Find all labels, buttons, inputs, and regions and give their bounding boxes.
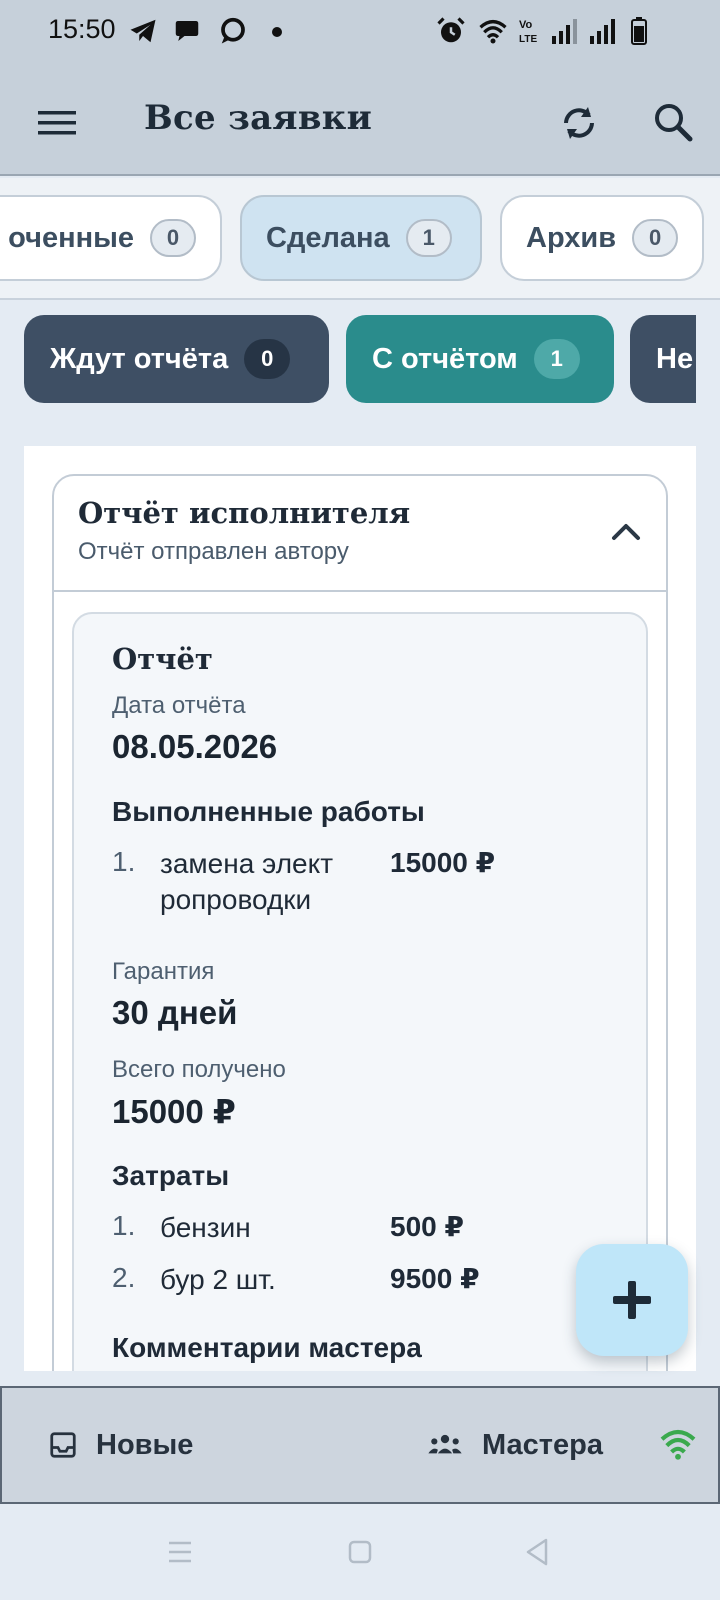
status-right-icons: Vo LTE	[436, 16, 676, 48]
tab-done[interactable]: Сделана 1	[240, 195, 482, 281]
warranty-label: Гарантия	[112, 958, 215, 985]
refresh-icon	[564, 107, 594, 139]
back-icon[interactable]	[518, 1532, 558, 1572]
svg-text:LTE: LTE	[519, 34, 537, 45]
report-details: Отчёт Дата отчёта 08.05.2026 Выполненные…	[72, 612, 648, 1371]
report-card-header[interactable]: Отчёт исполнителя Отчёт отправлен автору	[54, 476, 666, 592]
battery-icon	[631, 17, 647, 45]
menu-icon	[38, 111, 76, 135]
search-button[interactable]	[646, 96, 700, 150]
item-number: 2.	[112, 1262, 136, 1293]
nav-new[interactable]: Новые	[48, 1388, 193, 1502]
wifi-icon	[660, 1429, 696, 1460]
message-bubble-icon	[175, 21, 199, 41]
report-card-subtitle: Отчёт отправлен автору	[78, 538, 349, 565]
total-value: 15000 ₽	[112, 1093, 236, 1130]
chevron-up-icon	[612, 524, 640, 540]
executor-report-card: Отчёт исполнителя Отчёт отправлен автору…	[52, 474, 668, 1371]
report-date-label: Дата отчёта	[112, 692, 246, 719]
report-card-title: Отчёт исполнителя	[78, 496, 411, 530]
costs-heading: Затраты	[112, 1160, 230, 1191]
people-icon	[428, 1434, 462, 1454]
item-amount: 500 ₽	[390, 1211, 464, 1242]
signal-icon	[590, 19, 615, 44]
volte-icon: Vo LTE	[519, 19, 537, 45]
chat-ring-icon	[221, 17, 245, 44]
total-label: Всего получено	[112, 1056, 286, 1083]
report-section-title: Отчёт	[112, 642, 213, 676]
search-icon	[655, 104, 693, 142]
report-filter-tabs: Ждут отчёта 0 С отчётом 1 Не	[0, 300, 720, 430]
item-number: 1.	[112, 846, 136, 877]
refresh-button[interactable]	[552, 96, 606, 150]
item-amount: 15000 ₽	[390, 847, 496, 878]
nav-label: Новые	[96, 1428, 194, 1461]
content-panel: Отчёт исполнителя Отчёт отправлен автору…	[24, 446, 696, 1371]
warranty-value: 30 дней	[112, 994, 238, 1031]
master-comments-heading: Комментарии мастера	[112, 1332, 422, 1363]
status-time: 15:50	[48, 14, 116, 44]
item-amount: 9500 ₽	[390, 1263, 480, 1294]
home-icon[interactable]	[340, 1532, 380, 1572]
system-nav-bar	[0, 1504, 720, 1600]
report-date-value: 08.05.2026	[112, 728, 278, 765]
tabs-clip-mask	[696, 300, 720, 430]
recents-icon[interactable]	[160, 1532, 200, 1572]
bottom-nav: Новые Мастера	[0, 1386, 720, 1504]
tab-label: Ждут отчёта	[50, 342, 229, 375]
tab-awaiting-report[interactable]: Ждут отчёта 0	[24, 315, 329, 403]
tab-label: Сделана	[266, 221, 390, 254]
telegram-icon	[130, 19, 156, 43]
svg-text:Vo: Vo	[519, 19, 533, 31]
menu-button[interactable]	[32, 98, 82, 148]
count-badge: 0	[150, 219, 196, 257]
add-button[interactable]	[576, 1244, 688, 1356]
tab-overdue[interactable]: оченные 0	[0, 195, 222, 281]
app-bar: Все заявки	[0, 68, 720, 176]
tab-with-report[interactable]: С отчётом 1	[346, 315, 614, 403]
tab-label: Не	[656, 342, 694, 375]
count-badge: 0	[632, 219, 679, 257]
tab-label: С отчётом	[372, 342, 518, 375]
tab-archive[interactable]: Архив 0	[500, 195, 704, 281]
dot-icon	[272, 27, 282, 37]
alarm-icon	[437, 17, 465, 43]
inbox-icon	[50, 1432, 76, 1458]
tab-label: оченные	[8, 221, 134, 254]
item-text: бур 2 шт.	[160, 1264, 276, 1295]
nav-label: Мастера	[482, 1428, 603, 1461]
nav-masters[interactable]: Мастера	[426, 1388, 603, 1502]
status-bar: 15:50 Vo LTE	[0, 0, 720, 68]
count-badge: 1	[405, 219, 452, 257]
page-title: Все заявки	[144, 98, 373, 138]
item-text: замена элект ропроводки	[160, 848, 334, 915]
item-number: 1.	[112, 1210, 136, 1241]
tab-label: Архив	[526, 221, 617, 254]
count-badge: 0	[244, 339, 291, 379]
plus-icon	[613, 1281, 651, 1319]
signal-icon	[552, 19, 577, 44]
wifi-icon	[479, 20, 507, 44]
status-tabs: оченные 0 Сделана 1 Архив 0	[0, 178, 720, 300]
item-text: бензин	[160, 1212, 251, 1243]
works-heading: Выполненные работы	[112, 796, 425, 827]
count-badge: 1	[533, 339, 580, 379]
